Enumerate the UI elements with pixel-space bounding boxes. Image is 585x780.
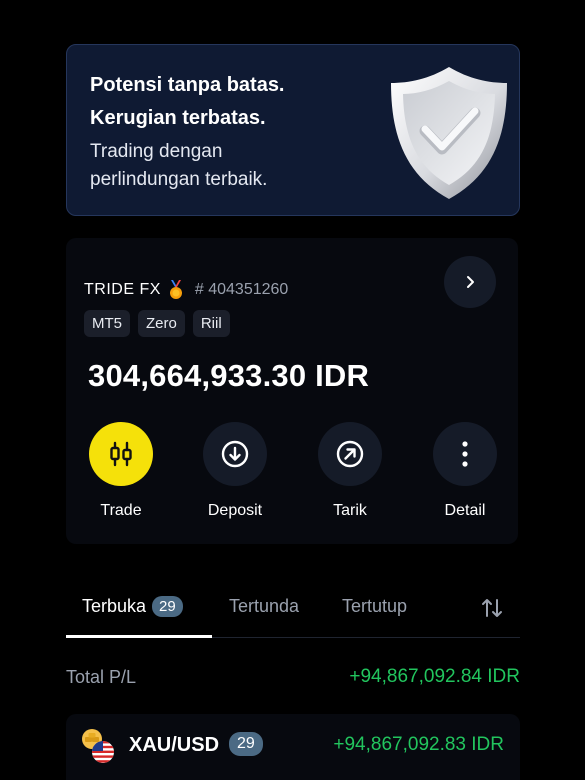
banner-headline-2: Kerugian terbatas. xyxy=(90,107,266,129)
position-row[interactable]: XAU/USD 29 +94,867,092.83 IDR xyxy=(66,714,520,780)
position-symbol: XAU/USD xyxy=(129,734,220,756)
tag-account-mode: Riil xyxy=(192,310,230,337)
tag-platform: MT5 xyxy=(84,310,130,337)
account-details-button[interactable] xyxy=(444,256,496,308)
banner-subtext-2: perlindungan terbaik. xyxy=(90,169,268,190)
account-actions: Trade Deposit Tarik Detail xyxy=(66,422,518,532)
account-card[interactable]: TRIDE FX # 404351260 MT5 Zero Riil 304,6… xyxy=(66,238,518,544)
position-count-badge: 29 xyxy=(229,732,263,756)
account-header: TRIDE FX # 404351260 xyxy=(84,280,288,300)
tab-pending[interactable]: Tertunda xyxy=(229,596,299,617)
sort-icon[interactable] xyxy=(480,597,504,619)
detail-button[interactable]: Detail xyxy=(420,422,510,520)
account-name: TRIDE FX xyxy=(84,281,161,298)
trade-label: Trade xyxy=(100,502,142,519)
us-flag-icon xyxy=(92,741,114,763)
banner-subtext-1: Trading dengan xyxy=(90,141,223,162)
total-pl-label: Total P/L xyxy=(66,667,137,687)
arrow-up-right-circle-icon xyxy=(336,440,364,468)
promo-banner[interactable]: Potensi tanpa batas. Kerugian terbatas. … xyxy=(66,44,520,216)
banner-headline-1: Potensi tanpa batas. xyxy=(90,74,285,96)
xau-usd-pair-icon xyxy=(82,729,114,763)
deposit-label: Deposit xyxy=(207,502,263,519)
arrow-down-circle-icon xyxy=(221,440,249,468)
detail-button-circle[interactable] xyxy=(433,422,497,486)
tab-open[interactable]: Terbuka 29 xyxy=(82,596,183,617)
trade-button-circle[interactable] xyxy=(89,422,153,486)
tab-open-count: 29 xyxy=(152,596,183,617)
deposit-button-circle[interactable] xyxy=(203,422,267,486)
account-number: # 404351260 xyxy=(194,281,289,298)
withdraw-button[interactable]: Tarik xyxy=(305,422,395,520)
positions-tabs: Terbuka 29 Tertunda Tertutup xyxy=(66,588,520,638)
more-vertical-icon xyxy=(462,441,468,467)
tag-account-type: Zero xyxy=(138,310,185,337)
deposit-button[interactable]: Deposit xyxy=(190,422,280,520)
medal-icon xyxy=(169,280,182,299)
active-tab-indicator xyxy=(66,635,212,638)
position-pl: +94,867,092.83 IDR xyxy=(333,734,504,755)
account-balance: 304,664,933.30 IDR xyxy=(88,358,370,393)
shield-check-icon xyxy=(391,67,507,199)
chevron-right-icon xyxy=(467,276,474,288)
trade-button[interactable]: Trade xyxy=(76,422,166,520)
candlestick-icon xyxy=(110,441,132,467)
account-tags: MT5 Zero Riil xyxy=(84,310,230,337)
withdraw-label: Tarik xyxy=(333,502,367,519)
tab-closed[interactable]: Tertutup xyxy=(342,596,407,617)
tab-open-label: Terbuka xyxy=(82,596,147,616)
withdraw-button-circle[interactable] xyxy=(318,422,382,486)
detail-label: Detail xyxy=(444,502,486,519)
app-screen: Potensi tanpa batas. Kerugian terbatas. … xyxy=(0,0,585,780)
total-pl-value: +94,867,092.84 IDR xyxy=(349,666,520,687)
